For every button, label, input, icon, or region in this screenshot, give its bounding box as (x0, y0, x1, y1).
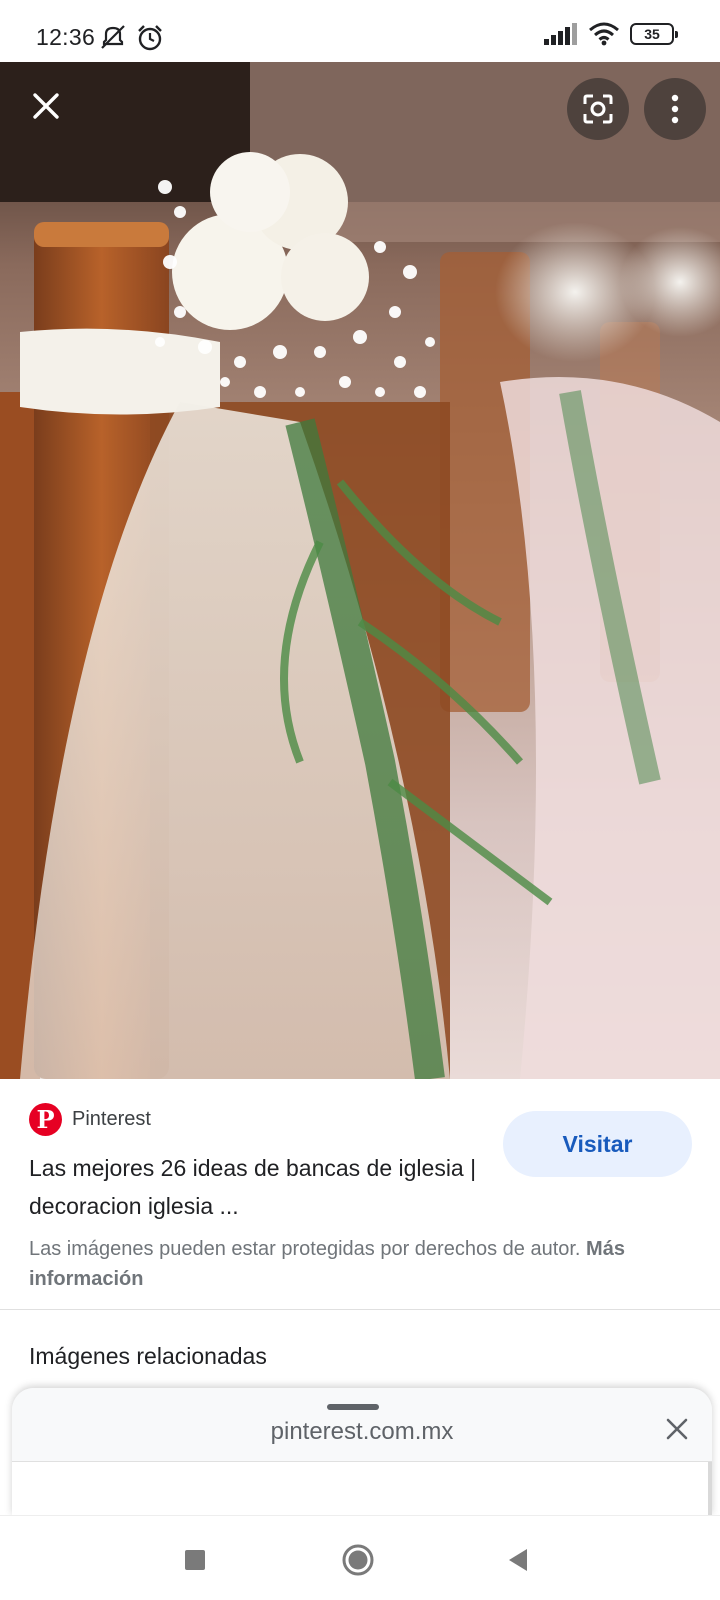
home-icon (342, 1544, 374, 1576)
google-lens-button[interactable] (567, 78, 629, 140)
copyright-notice: Las imágenes pueden estar protegidas por… (29, 1234, 649, 1294)
visit-button[interactable]: Visitar (503, 1111, 692, 1177)
image-viewer[interactable] (0, 62, 720, 1079)
wedding-pew-photo (0, 62, 720, 1079)
status-icons-right: 35 (544, 22, 678, 46)
divider (0, 1309, 720, 1310)
battery-icon: 35 (630, 23, 678, 45)
navigation-bar (0, 1515, 720, 1600)
related-images-heading: Imágenes relacionadas (29, 1343, 267, 1369)
sheet-scroll-edge (708, 1462, 712, 1516)
close-icon (666, 1418, 688, 1440)
google-lens-icon (583, 94, 613, 124)
close-button[interactable] (22, 82, 70, 130)
copyright-text: Las imágenes pueden estar protegidas por… (29, 1238, 581, 1260)
pinterest-logo-icon: P (29, 1103, 62, 1136)
status-icons-left (98, 24, 164, 52)
alarm-icon (138, 25, 162, 51)
close-icon (33, 93, 59, 119)
back-icon (509, 1549, 527, 1571)
status-bar: 12:36 35 (0, 0, 720, 62)
source-name: Pinterest (72, 1108, 151, 1130)
more-vert-icon (671, 94, 679, 124)
source-row[interactable]: P Pinterest (29, 1103, 151, 1136)
recents-icon (185, 1550, 205, 1570)
back-button[interactable] (494, 1536, 542, 1584)
home-button[interactable] (334, 1536, 382, 1584)
sheet-close-button[interactable] (662, 1414, 692, 1444)
mute-notifications-icon (101, 25, 125, 49)
result-title[interactable]: Las mejores 26 ideas de bancas de iglesi… (29, 1149, 479, 1225)
status-time: 12:36 (36, 24, 96, 50)
signal-icon (544, 23, 577, 45)
browser-bottom-sheet[interactable]: pinterest.com.mx (12, 1388, 712, 1516)
recents-button[interactable] (171, 1536, 219, 1584)
sheet-url: pinterest.com.mx (270, 1418, 454, 1445)
drag-handle[interactable] (327, 1404, 379, 1410)
wifi-icon (589, 22, 619, 46)
more-options-button[interactable] (644, 78, 706, 140)
sheet-header[interactable]: pinterest.com.mx (12, 1388, 712, 1462)
